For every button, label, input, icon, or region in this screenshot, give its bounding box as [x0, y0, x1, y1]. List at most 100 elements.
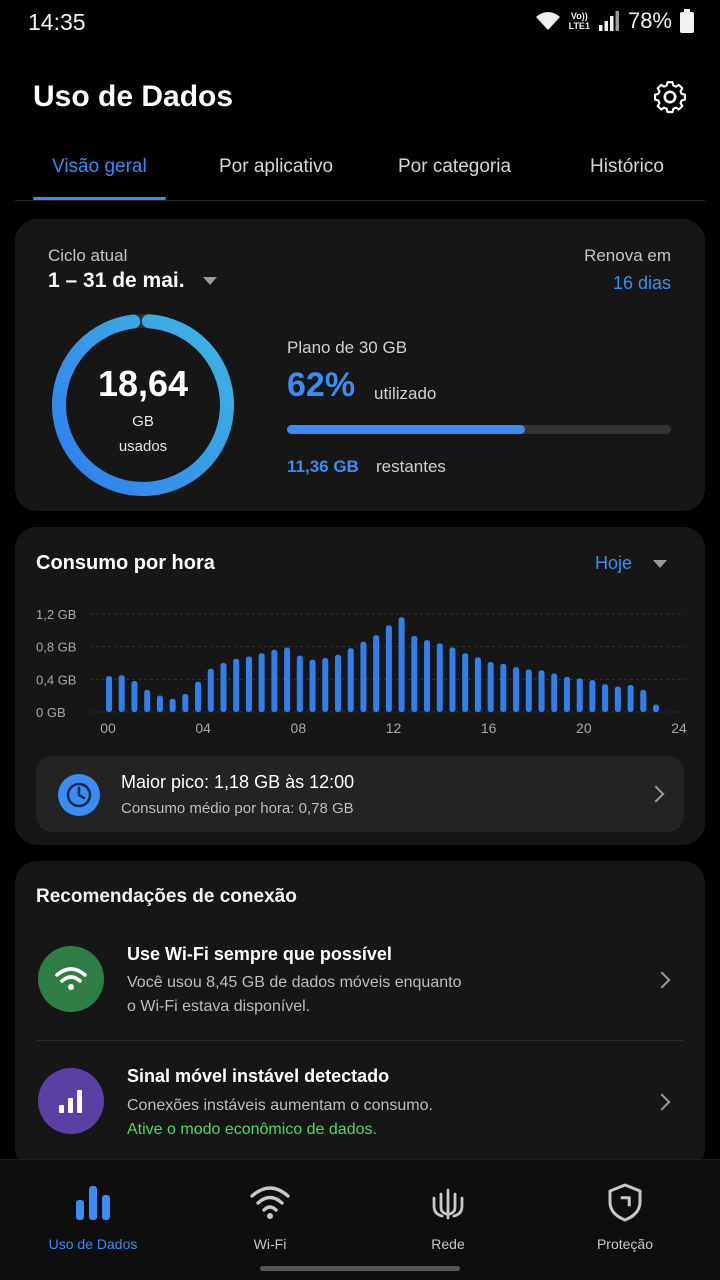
- recommendation-text: Você usou 8,45 GB de dados móveis enquan…: [127, 971, 527, 1019]
- chart-bar: [576, 678, 583, 712]
- tab-overview[interactable]: Visão geral: [52, 156, 147, 178]
- cycle-label: Ciclo atual: [48, 246, 128, 265]
- active-tab-indicator: [33, 197, 166, 200]
- chart-bar: [424, 640, 431, 712]
- recommendations-card: Recomendações de conexão Use Wi-Fi sempr…: [15, 861, 705, 1171]
- chart-bar: [373, 635, 380, 712]
- usage-percent: 62%: [287, 366, 356, 404]
- chevron-down-icon[interactable]: [653, 560, 667, 568]
- chart-bar: [245, 656, 252, 712]
- divider: [36, 1040, 684, 1041]
- chart-bar: [398, 617, 405, 712]
- cell-signal-icon: [598, 11, 619, 31]
- y-tick-label: 0,8 GB: [36, 640, 76, 655]
- chart-bar: [627, 685, 634, 712]
- usage-progress-fill: [287, 425, 526, 434]
- chart-bar: [106, 676, 112, 712]
- chart-bar: [589, 680, 596, 712]
- tab-bar: Visão geral Por aplicativo Por categoria…: [15, 140, 705, 201]
- chart-bar: [156, 695, 163, 712]
- nav-data-usage[interactable]: Uso de Dados: [23, 1182, 163, 1252]
- chart-bar: [551, 673, 558, 712]
- peak-title: Maior pico: 1,18 GB às 12:00: [121, 772, 355, 792]
- antenna-icon: [432, 1188, 464, 1220]
- tab-by-app[interactable]: Por aplicativo: [219, 156, 333, 178]
- chevron-down-icon[interactable]: [203, 277, 217, 285]
- used-unit: GB: [132, 413, 154, 430]
- chart-bar: [602, 684, 609, 712]
- chevron-right-icon: [653, 971, 671, 989]
- usage-progress-track: [287, 425, 671, 434]
- chart-bar: [334, 654, 341, 712]
- bar-chart-icon: [76, 1186, 110, 1220]
- settings-gear-icon[interactable]: [652, 79, 688, 115]
- tab-by-category[interactable]: Por categoria: [398, 156, 511, 178]
- chart-bar: [347, 648, 354, 712]
- remaining-word: restantes: [376, 457, 446, 476]
- chart-bar: [436, 643, 443, 712]
- plan-label: Plano de 30 GB: [287, 338, 408, 357]
- recommendation-line: o Wi-Fi estava disponível.: [127, 998, 311, 1015]
- chart-bar: [449, 647, 456, 712]
- recommendation-line: Você usou 8,45 GB de dados móveis enquan…: [127, 974, 462, 991]
- used-value: 18,64: [97, 363, 189, 404]
- chart-bar: [411, 636, 418, 712]
- y-tick-label: 0 GB: [36, 705, 66, 720]
- chart-bar: [525, 669, 532, 712]
- chart-bar: [513, 667, 520, 712]
- recommendation-title: Use Wi-Fi sempre que possível: [127, 944, 392, 964]
- chart-bar: [284, 647, 291, 712]
- y-tick-label: 0,4 GB: [36, 672, 76, 687]
- chart-bar: [538, 670, 545, 712]
- x-tick-label: 04: [195, 720, 211, 736]
- chart-bar: [118, 675, 125, 712]
- hourly-title: Consumo por hora: [36, 552, 215, 574]
- home-indicator[interactable]: [260, 1266, 460, 1271]
- chart-bar: [360, 641, 367, 712]
- chart-bar: [385, 625, 392, 712]
- nav-network[interactable]: Rede: [378, 1182, 518, 1252]
- usage-summary-card: Ciclo atual 1 – 31 de mai. Renova em 16 …: [15, 219, 705, 511]
- chart-bar: [296, 655, 303, 712]
- used-label: usados: [118, 438, 168, 455]
- peak-summary-row[interactable]: Maior pico: 1,18 GB às 12:00 Consumo méd…: [36, 756, 684, 832]
- wifi-icon: [38, 946, 104, 1012]
- x-tick-label: 08: [291, 720, 307, 736]
- nav-label: Proteção: [596, 1236, 654, 1252]
- nav-label: Uso de Dados: [48, 1236, 138, 1252]
- nav-protection[interactable]: Proteção: [555, 1182, 695, 1252]
- usage-percent-word: utilizado: [374, 384, 437, 403]
- clock-icon: [58, 774, 100, 816]
- nav-label: Rede: [431, 1236, 465, 1252]
- chart-bar: [474, 657, 481, 712]
- chevron-right-icon: [647, 785, 665, 803]
- chart-bar: [462, 653, 469, 712]
- chart-bar: [653, 704, 659, 712]
- chart-bar: [614, 686, 621, 712]
- battery-icon: [680, 9, 694, 33]
- wifi-status-icon: [535, 12, 560, 30]
- chart-bar: [220, 663, 227, 712]
- tab-history[interactable]: Histórico: [590, 156, 664, 178]
- economy-mode-link[interactable]: Ative o modo econômico de dados.: [127, 1118, 527, 1142]
- cycle-selector[interactable]: 1 – 31 de mai.: [48, 269, 185, 293]
- battery-percent: 78%: [627, 8, 672, 33]
- period-filter[interactable]: Hoje: [595, 553, 632, 574]
- chart-bar: [322, 658, 329, 712]
- chart-bar: [144, 689, 151, 712]
- chart-bar: [500, 663, 507, 712]
- x-tick-label: 16: [481, 720, 497, 736]
- chart-bar: [258, 653, 265, 712]
- chart-bar: [309, 659, 316, 712]
- signal-bars-icon: [38, 1068, 104, 1134]
- peak-average: Consumo médio por hora: 0,78 GB: [121, 800, 354, 817]
- recommendation-line: Conexões instáveis aumentam o consumo.: [127, 1097, 433, 1114]
- nav-label: Wi-Fi: [253, 1236, 287, 1252]
- page-title: Uso de Dados: [33, 80, 234, 113]
- bottom-navigation: Uso de Dados Wi-Fi Rede Proteção: [0, 1159, 720, 1280]
- volte-indicator: Vo)) LTE1: [569, 11, 590, 31]
- recommendation-text: Conexões instáveis aumentam o consumo. A…: [127, 1094, 527, 1142]
- renew-value: 16 dias: [612, 273, 671, 293]
- status-bar: 14:35 Vo)) LTE1 78%: [0, 0, 720, 44]
- nav-wifi[interactable]: Wi-Fi: [200, 1182, 340, 1252]
